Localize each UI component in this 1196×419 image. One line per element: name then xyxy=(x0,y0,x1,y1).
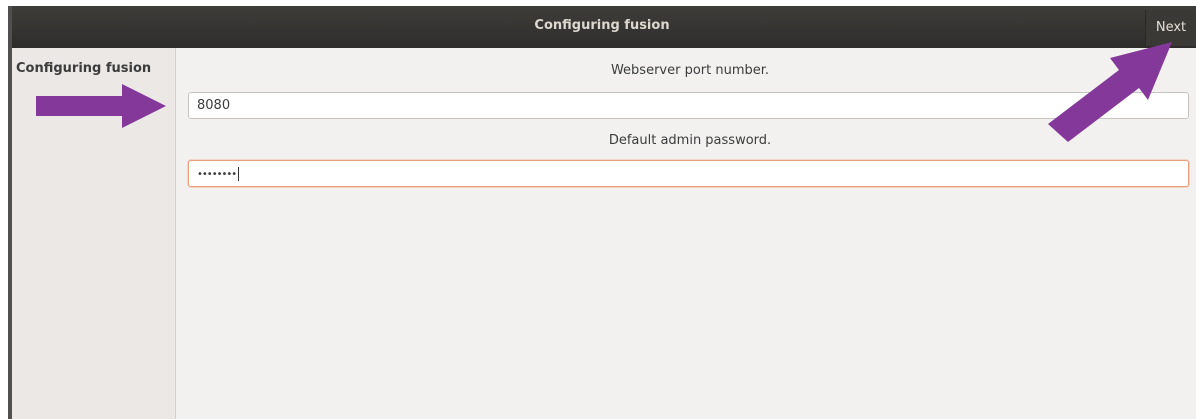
password-label: Default admin password. xyxy=(608,133,772,148)
port-label: Webserver port number. xyxy=(610,63,770,78)
text-caret xyxy=(238,167,240,181)
installer-window: Configuring fusion Next Configuring fusi… xyxy=(8,6,1196,419)
arrow-up-right-icon xyxy=(1048,42,1172,142)
sidebar-item-configuring-fusion[interactable]: Configuring fusion xyxy=(16,61,151,76)
password-input[interactable]: •••••••• xyxy=(188,160,1189,187)
port-input-value: 8080 xyxy=(197,98,231,113)
title-bar: Configuring fusion Next xyxy=(8,6,1196,48)
window-left-border xyxy=(8,6,12,419)
port-input[interactable]: 8080 xyxy=(188,92,1189,119)
arrow-right-icon xyxy=(36,84,166,128)
password-input-value: •••••••• xyxy=(197,169,237,180)
window-title: Configuring fusion xyxy=(534,18,670,33)
